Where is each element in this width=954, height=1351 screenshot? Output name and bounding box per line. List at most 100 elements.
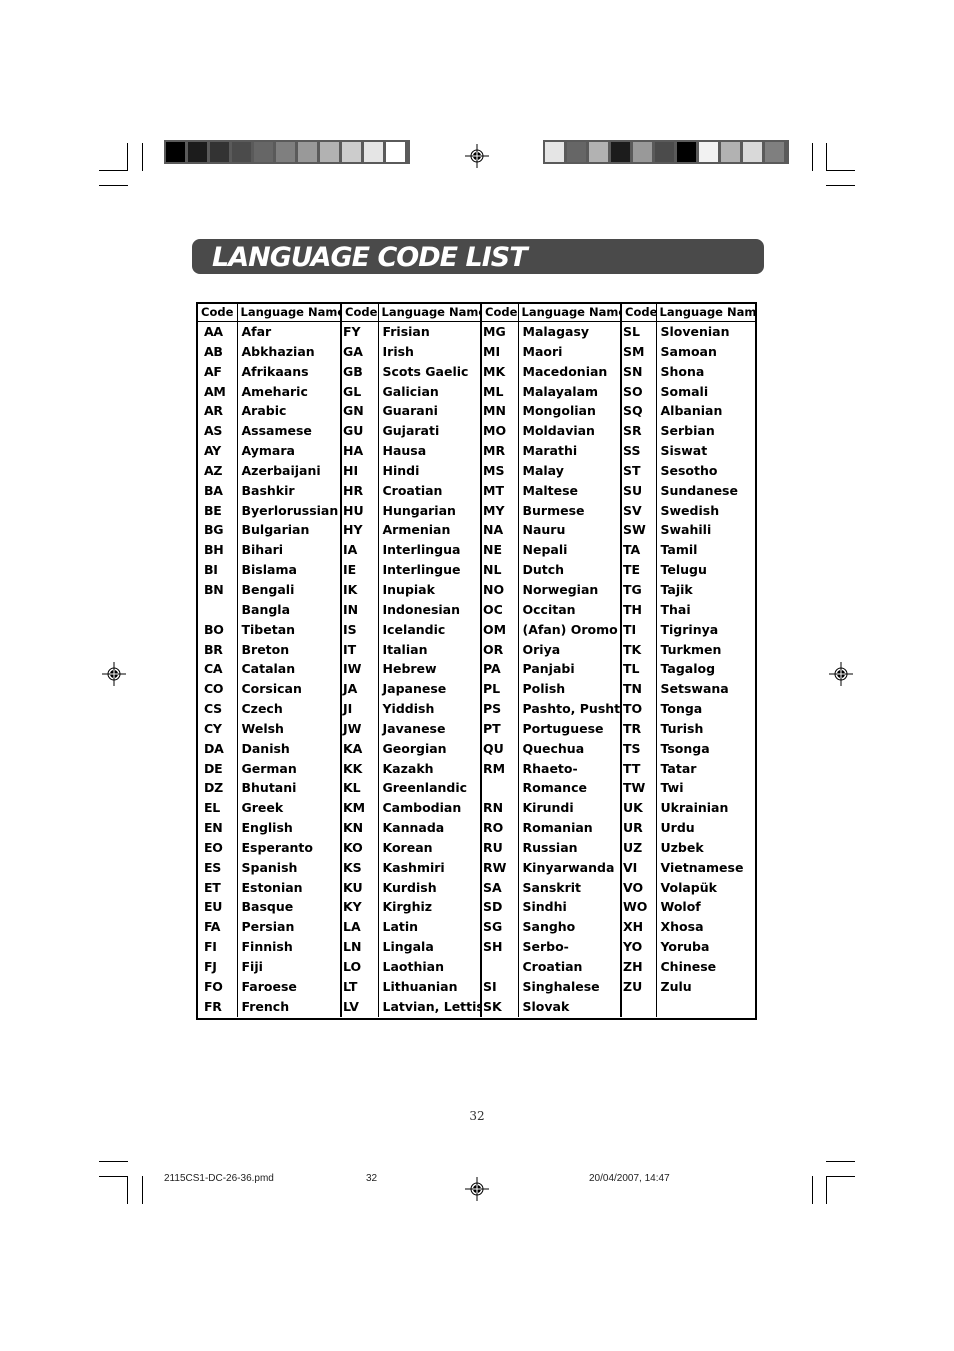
crop-mark — [99, 1161, 128, 1162]
language-code: DZ — [198, 778, 238, 799]
language-code: IN — [341, 599, 379, 620]
language-name: Russian — [518, 837, 622, 858]
language-code: KA — [341, 738, 379, 759]
registration-mark-icon — [829, 662, 853, 686]
table-row: BE Byerlorussian HU Hungarian MY Burmese SV Swe… — [198, 500, 755, 521]
header-language-name: Language Name — [656, 304, 755, 322]
language-name: Kannada — [378, 818, 482, 838]
language-code: SG — [481, 917, 519, 938]
language-name: Javanese — [378, 718, 482, 739]
language-name: Sundanese — [660, 482, 738, 498]
language-name — [656, 997, 755, 1017]
language-code: XH — [621, 917, 657, 938]
crop-mark — [99, 170, 128, 171]
language-name: Singhalese — [518, 976, 622, 997]
language-name: Serbo- — [518, 937, 622, 957]
language-code: TO — [621, 699, 657, 719]
language-name: Moldavian — [518, 421, 622, 442]
language-name: Kirghiz — [378, 897, 482, 918]
table-row: CO Corsican JA Japanese PL Polish TN Setswana — [198, 679, 755, 700]
language-code: PT — [481, 718, 519, 739]
language-code: LV — [341, 996, 379, 1017]
language-name: Bhutani — [237, 778, 342, 799]
table-row: ET Estonian KU Kurdish SA Sanskrit VO Volapük — [198, 877, 755, 898]
footer-filename: 2115CS1-DC-26-36.pmd — [164, 1173, 274, 1184]
language-name: Lingala — [378, 937, 482, 957]
language-code: SN — [621, 361, 657, 382]
language-name: Setswana — [660, 681, 729, 697]
language-code: ZH — [621, 957, 657, 977]
language-code: OM — [481, 619, 519, 640]
language-name: Cambodian — [378, 798, 482, 819]
page-title: LANGUAGE CODE LIST — [212, 242, 528, 273]
language-code: GN — [341, 401, 379, 422]
table-row: Bangla IN Indonesian OC Occitan TH Thai — [198, 599, 755, 620]
table-row: EL Greek KM Cambodian RN Kirundi UK Ukrainian — [198, 798, 755, 819]
language-name: Hausa — [378, 441, 482, 461]
language-name: Tigrinya — [660, 621, 719, 637]
language-code: SQ — [621, 401, 657, 422]
language-code: MY — [481, 500, 519, 521]
language-name: Volapük — [660, 879, 717, 895]
language-code: IT — [341, 639, 379, 660]
language-code: GU — [341, 421, 379, 442]
language-code: NE — [481, 540, 519, 561]
language-code: BG — [198, 520, 238, 541]
language-name: Nauru — [518, 520, 622, 541]
language-code: ES — [198, 857, 238, 878]
language-code: HA — [341, 441, 379, 461]
language-name: Faroese — [237, 976, 342, 997]
color-bar-left-swatch — [364, 142, 383, 162]
table-row: BH Bihari IA Interlingua NE Nepali TA Tamil — [198, 540, 755, 561]
color-bar-left-swatch — [188, 142, 207, 162]
language-code: SH — [481, 937, 519, 957]
language-code: CS — [198, 699, 238, 719]
crop-mark — [99, 1176, 128, 1177]
language-code: KL — [341, 778, 379, 799]
language-name: Frisian — [378, 321, 482, 342]
table-row: BO Tibetan IS Icelandic OM (Afan) Oromo TI Tigr… — [198, 619, 755, 640]
language-name: Telugu — [660, 562, 707, 578]
language-code: VO — [621, 877, 657, 898]
language-code: AM — [198, 381, 238, 402]
language-code: WO — [621, 897, 657, 918]
table-row: DE German KK Kazakh RM Rhaeto- TT Tatar — [198, 758, 755, 779]
language-code: AS — [198, 421, 238, 442]
language-name: Mongolian — [518, 401, 622, 422]
language-name: Xhosa — [660, 919, 704, 935]
language-code — [481, 957, 519, 977]
color-bar-left-swatch — [232, 142, 251, 162]
language-code: TL — [621, 659, 657, 680]
language-name: Uzbek — [660, 839, 704, 855]
language-name: Slovak — [518, 996, 622, 1017]
color-bar-right-swatch — [611, 142, 630, 162]
language-code: IW — [341, 659, 379, 680]
language-name: French — [237, 996, 342, 1017]
language-name: Turkmen — [660, 641, 722, 657]
language-name: Burmese — [518, 500, 622, 521]
language-name: Malayalam — [518, 381, 622, 402]
color-bar-right-swatch — [765, 142, 784, 162]
language-name: Bihari — [237, 540, 342, 561]
language-code: CA — [198, 659, 238, 680]
language-code: EU — [198, 897, 238, 918]
language-name: Tamil — [660, 542, 698, 558]
color-bar-right-swatch — [721, 142, 740, 162]
language-code: FA — [198, 917, 238, 938]
language-code: SM — [621, 341, 657, 362]
header-language-name: Language Name — [378, 304, 482, 322]
language-name: Welsh — [237, 718, 342, 739]
color-bar-left-swatch — [298, 142, 317, 162]
language-name: Macedonian — [518, 361, 622, 382]
language-code: ZU — [621, 976, 657, 997]
language-code: SI — [481, 976, 519, 997]
registration-mark-icon — [465, 144, 489, 168]
table-row: FJ Fiji LO Laothian Croatian ZH Chinese — [198, 957, 755, 977]
language-name: Tsonga — [660, 740, 710, 756]
language-code: TA — [621, 540, 657, 561]
language-code: NO — [481, 579, 519, 600]
language-code: MI — [481, 341, 519, 362]
language-code: BR — [198, 639, 238, 660]
language-code: EN — [198, 818, 238, 838]
language-name: Sindhi — [518, 897, 622, 918]
